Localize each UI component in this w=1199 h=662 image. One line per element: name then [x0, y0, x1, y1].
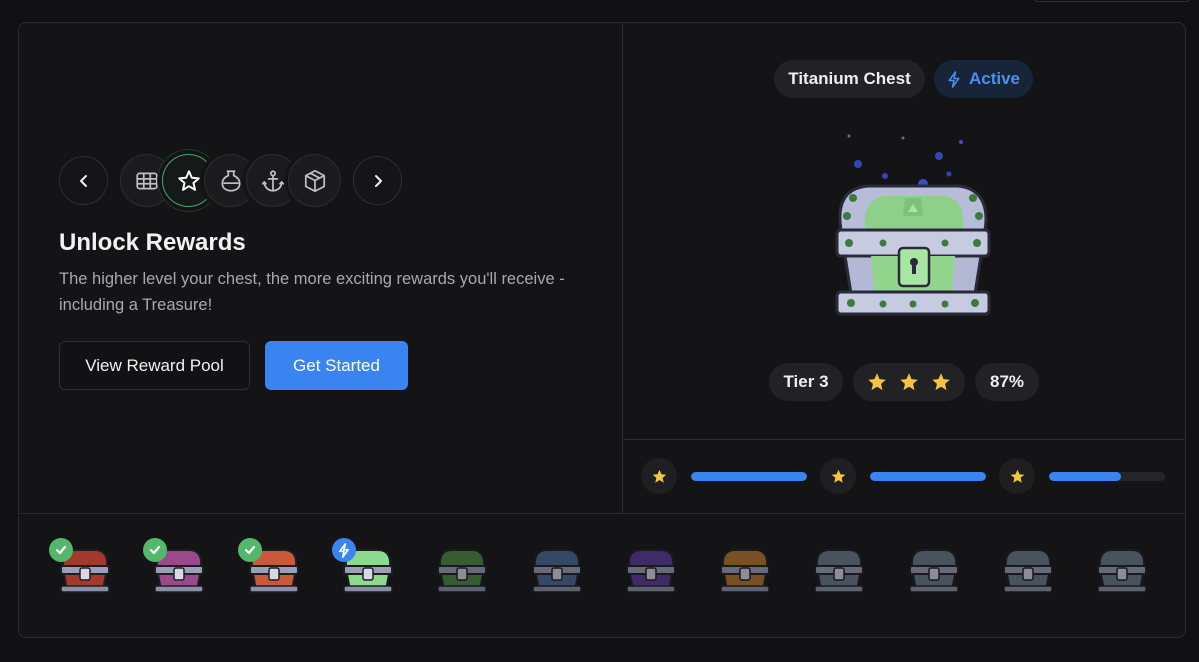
box-icon [304, 169, 325, 192]
next-button[interactable] [353, 156, 402, 205]
chest-name-label: Titanium Chest [788, 69, 911, 88]
chest-thumbnail [1003, 549, 1053, 593]
star-icon [932, 373, 950, 391]
category-nav [59, 152, 402, 209]
check-icon [55, 545, 67, 555]
progress-bar [870, 472, 986, 481]
chest-thumbnail [437, 549, 488, 593]
lightning-icon [948, 70, 960, 88]
chest-tier-item[interactable] [1092, 544, 1152, 596]
chest-illustration [835, 134, 991, 316]
category-icons [118, 152, 343, 209]
potion-icon [220, 169, 241, 192]
check-icon [244, 545, 255, 555]
prev-button[interactable] [59, 156, 108, 205]
chevron-left-icon [79, 174, 87, 187]
chest-tier-item[interactable] [809, 544, 869, 596]
chest-tier-item[interactable] [621, 544, 681, 596]
progress-fill [1049, 472, 1121, 481]
completed-badge [49, 538, 73, 562]
progress-star [999, 458, 1035, 494]
progress-star [820, 458, 856, 494]
check-icon [150, 545, 161, 555]
chest-thumbnail [1097, 549, 1148, 593]
status-badge: Active [934, 60, 1033, 98]
grid-icon [135, 172, 158, 189]
chest-tier-item[interactable] [432, 544, 492, 596]
chest-name-badge: Titanium Chest [774, 60, 925, 98]
chest-detail-panel: Titanium Chest Active Tier 3 87% [623, 23, 1185, 513]
progress-star [641, 458, 677, 494]
star-icon [868, 373, 886, 391]
chest-card: Unlock Rewards The higher level your che… [18, 22, 1186, 638]
get-started-button[interactable]: Get Started [265, 341, 408, 390]
chest-tier-item[interactable] [331, 538, 398, 596]
chest-thumbnail [531, 549, 582, 593]
chest-thumbnail [720, 549, 771, 593]
tier-badge: Tier 3 [769, 363, 843, 401]
star-icon [652, 469, 666, 483]
chevron-right-icon [374, 174, 382, 187]
chest-tier-item[interactable] [143, 538, 209, 596]
chest-thumbnail [625, 549, 676, 593]
chest-tier-item[interactable] [49, 538, 115, 596]
category-box[interactable] [288, 154, 341, 207]
top-stub [1032, 0, 1192, 2]
tier-label: Tier 3 [783, 372, 829, 391]
chest-thumbnail [814, 549, 865, 593]
chest-thumbnail [908, 549, 959, 593]
chest-tier-strip [19, 513, 1185, 637]
star-icon [1010, 469, 1024, 483]
star-icon [177, 169, 200, 191]
chest-tier-item[interactable] [527, 544, 587, 596]
status-label: Active [968, 69, 1021, 88]
progress-fill [870, 472, 986, 481]
stars-badge [853, 363, 965, 401]
completed-badge [237, 538, 262, 562]
anchor-icon [261, 169, 284, 192]
progress-track [623, 439, 1185, 513]
active-badge [331, 538, 356, 562]
progress-bar [1049, 472, 1165, 481]
chest-tier-item[interactable] [237, 538, 304, 596]
percent-label: 87% [989, 372, 1025, 391]
percent-badge: 87% [975, 363, 1039, 401]
page-title: Unlock Rewards [59, 229, 246, 256]
chest-tier-item[interactable] [715, 544, 775, 596]
page-description: The higher level your chest, the more ex… [59, 270, 565, 314]
view-reward-pool-button[interactable]: View Reward Pool [59, 341, 250, 390]
star-rating [866, 371, 952, 393]
star-icon [831, 469, 845, 483]
lightning-icon [338, 542, 349, 558]
chest-tier-item[interactable] [904, 544, 964, 596]
star-icon [900, 373, 918, 391]
rewards-panel: Unlock Rewards The higher level your che… [19, 23, 623, 513]
progress-bar [691, 472, 807, 481]
chest-tier-item[interactable] [998, 544, 1058, 596]
progress-fill [691, 472, 807, 481]
